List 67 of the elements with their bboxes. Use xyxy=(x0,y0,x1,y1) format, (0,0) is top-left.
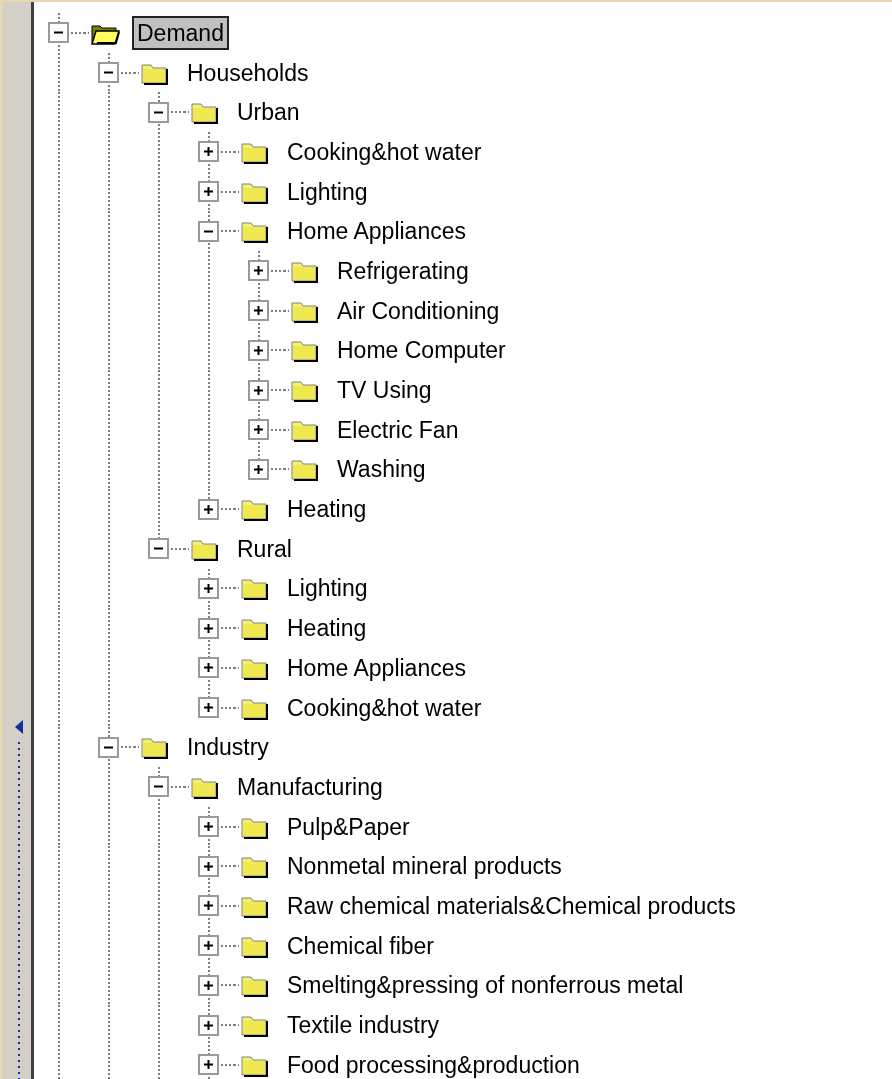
expand-icon[interactable] xyxy=(248,339,269,361)
folder-icon xyxy=(290,457,320,482)
expand-icon[interactable] xyxy=(198,895,219,917)
collapse-icon[interactable] xyxy=(148,776,169,798)
tree-item[interactable]: Home Appliances xyxy=(282,214,471,249)
expand-icon[interactable] xyxy=(248,300,269,322)
tree-item[interactable]: Cooking&hot water xyxy=(282,134,487,169)
tree-item[interactable]: Lighting xyxy=(282,174,373,209)
expand-icon[interactable] xyxy=(248,260,269,282)
tree-item[interactable]: Pulp&Paper xyxy=(282,809,415,844)
tree-item[interactable]: Air Conditioning xyxy=(332,293,505,328)
tree-item[interactable]: Smelting&pressing of nonferrous metal xyxy=(282,968,689,1003)
expand-icon[interactable] xyxy=(248,379,269,401)
expand-icon[interactable] xyxy=(198,697,219,719)
expand-icon[interactable] xyxy=(198,181,219,203)
tree-item[interactable]: Refrigerating xyxy=(332,253,474,288)
collapse-icon[interactable] xyxy=(148,538,169,560)
folder-icon xyxy=(240,576,270,601)
tree-item[interactable]: Industry xyxy=(182,730,274,765)
expand-icon[interactable] xyxy=(198,1054,219,1076)
tree-item[interactable]: Electric Fan xyxy=(332,412,464,447)
folder-icon xyxy=(240,973,270,998)
expand-icon[interactable] xyxy=(198,577,219,599)
tree-item[interactable]: Demand xyxy=(132,15,229,50)
folder-icon xyxy=(190,100,220,125)
tree-item[interactable]: Nonmetal mineral products xyxy=(282,849,567,884)
collapse-icon[interactable] xyxy=(98,62,119,84)
folder-icon xyxy=(140,735,170,760)
collapse-icon[interactable] xyxy=(98,736,119,758)
tree-item[interactable]: Home Computer xyxy=(332,333,511,368)
tree-item[interactable]: Home Appliances xyxy=(282,650,471,685)
expand-icon[interactable] xyxy=(198,657,219,679)
tree-item[interactable]: Heating xyxy=(282,492,372,527)
collapse-icon[interactable] xyxy=(148,101,169,123)
tree-item[interactable]: Textile industry xyxy=(282,1008,445,1043)
expand-icon[interactable] xyxy=(198,855,219,877)
expand-icon[interactable] xyxy=(198,935,219,957)
expand-icon[interactable] xyxy=(198,141,219,163)
collapse-icon[interactable] xyxy=(48,22,69,44)
folder-icon xyxy=(290,338,320,363)
folder-icon xyxy=(240,854,270,879)
tree-item[interactable]: Urban xyxy=(232,95,305,130)
folder-icon xyxy=(240,219,270,244)
expand-icon[interactable] xyxy=(198,816,219,838)
tree-item[interactable]: Food processing&production xyxy=(282,1047,585,1079)
collapse-icon[interactable] xyxy=(198,220,219,242)
expand-icon[interactable] xyxy=(198,974,219,996)
folder-icon xyxy=(240,616,270,641)
tree-item[interactable]: Washing xyxy=(332,452,431,487)
folder-icon xyxy=(240,1013,270,1038)
expand-icon[interactable] xyxy=(198,498,219,520)
folder-icon xyxy=(240,497,270,522)
expand-icon[interactable] xyxy=(248,458,269,480)
tree-item[interactable]: Raw chemical materials&Chemical products xyxy=(282,888,741,923)
splitter-bar[interactable] xyxy=(0,2,34,1079)
tree-item[interactable]: Lighting xyxy=(282,571,373,606)
tree-item[interactable]: Rural xyxy=(232,531,297,566)
tree-item[interactable]: Manufacturing xyxy=(232,769,388,804)
tree-item[interactable]: TV Using xyxy=(332,373,437,408)
tree-item[interactable]: Chemical fiber xyxy=(282,928,439,963)
expand-icon[interactable] xyxy=(198,617,219,639)
folder-icon xyxy=(290,378,320,403)
tree-item[interactable]: Households xyxy=(182,55,314,90)
tree-item[interactable]: Heating xyxy=(282,611,372,646)
expand-icon[interactable] xyxy=(248,419,269,441)
expand-icon[interactable] xyxy=(198,1014,219,1036)
tree-item[interactable]: Cooking&hot water xyxy=(282,690,487,725)
